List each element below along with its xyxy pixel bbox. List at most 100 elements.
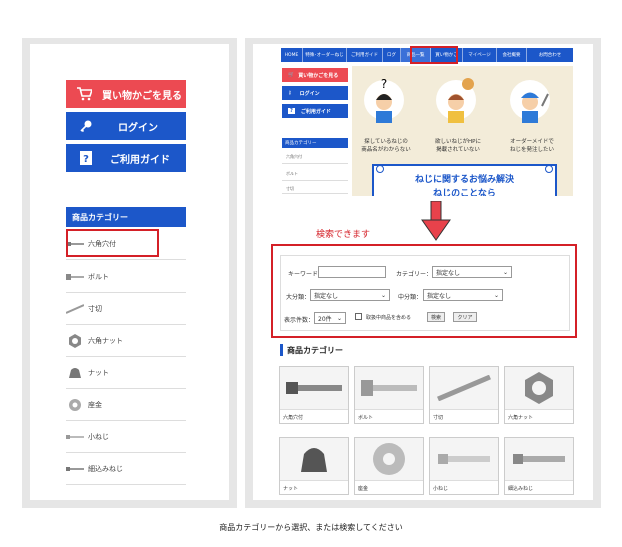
middle-label: 中分類： bbox=[398, 294, 423, 301]
product-card-label: ナット bbox=[280, 480, 348, 496]
svg-text:?: ? bbox=[381, 77, 387, 91]
mini-key-icon: ⚷ bbox=[288, 90, 292, 96]
category-item-label: 六角ナット bbox=[88, 336, 123, 345]
hex-nut-image bbox=[505, 367, 573, 409]
mini-cart-button[interactable]: 🛒 買い物かごを見る bbox=[282, 68, 348, 82]
nav-guide[interactable]: ご利用ガイド bbox=[347, 48, 383, 62]
nav-login[interactable]: ログ bbox=[383, 48, 401, 62]
category-item-machine-screw[interactable]: 小ねじ bbox=[66, 421, 186, 453]
hex-socket-bolt-image bbox=[280, 367, 348, 409]
mini-cart-icon: 🛒 bbox=[288, 72, 295, 78]
mini-guide-button[interactable]: ? ご利用ガイド bbox=[282, 104, 348, 118]
banner-caption-2: 欲しいねじがHPに 掲載されていない bbox=[435, 139, 481, 154]
category-item-washer[interactable]: 座金 bbox=[66, 389, 186, 421]
category-item-set-screw[interactable]: 細込みねじ bbox=[66, 453, 186, 485]
keyword-input[interactable] bbox=[318, 266, 386, 278]
banner-caption-3: オーダーメイドで ねじを発注したい bbox=[509, 139, 554, 154]
bolt-thumb-icon bbox=[66, 271, 84, 283]
count-select-value: 20件 bbox=[318, 315, 332, 323]
promo-banner[interactable]: ? 探しているねじの 商品名がわからない 欲しいねじがHPに 掲載されていない … bbox=[352, 66, 573, 196]
nav-home[interactable]: HOME bbox=[281, 48, 303, 62]
category-highlight-box bbox=[66, 229, 159, 257]
include-label: 取扱中商品を含める bbox=[366, 315, 412, 321]
include-checkbox[interactable] bbox=[355, 313, 362, 320]
cart-button-label: 買い物かごを見る bbox=[102, 90, 182, 102]
set-screw-image bbox=[505, 438, 573, 480]
search-button[interactable]: 検索 bbox=[427, 312, 445, 322]
mini-category-item[interactable]: ボルト bbox=[282, 167, 348, 181]
count-select[interactable]: 20件 ⌄ bbox=[314, 312, 346, 324]
bolt-image bbox=[355, 367, 423, 409]
category-select[interactable]: 指定なし ⌄ bbox=[432, 266, 512, 278]
banner-subtitle: ねじのことなら bbox=[433, 189, 496, 196]
mini-category-item[interactable]: 六角穴付 bbox=[282, 150, 348, 164]
washer-image bbox=[355, 438, 423, 480]
category-item-bolt[interactable]: ボルト bbox=[66, 261, 186, 293]
grid-category-header: 商品カテゴリー bbox=[280, 344, 400, 356]
set-screw-thumb-icon bbox=[66, 463, 84, 475]
product-card-nut[interactable]: ナット bbox=[279, 437, 349, 495]
product-card-hex-nut[interactable]: 六角ナット bbox=[504, 366, 574, 424]
bolt-decoration-icon bbox=[376, 165, 384, 173]
product-card-washer[interactable]: 座金 bbox=[354, 437, 424, 495]
question-icon: ? bbox=[76, 148, 96, 168]
chevron-down-icon: ⌄ bbox=[502, 268, 508, 276]
down-arrow-icon bbox=[421, 200, 451, 241]
figure-caption: 商品カテゴリーから選択、または検索してください bbox=[219, 523, 403, 532]
category-item-hex-nut[interactable]: 六角ナット bbox=[66, 325, 186, 357]
count-label: 表示件数： bbox=[284, 317, 315, 324]
banner-title: ねじに関するお悩み解決 bbox=[414, 175, 514, 185]
login-button[interactable]: ログイン bbox=[66, 112, 186, 140]
product-card-machine-screw[interactable]: 小ねじ bbox=[429, 437, 499, 495]
guide-button[interactable]: ? ご利用ガイド bbox=[66, 144, 186, 172]
person-illustration-2 bbox=[434, 74, 478, 134]
product-card-label: ボルト bbox=[355, 409, 423, 425]
banner-title-box: ねじに関するお悩み解決 ねじのことなら bbox=[372, 164, 557, 196]
nav-highlight-box bbox=[410, 46, 458, 64]
category-item-label: 寸切 bbox=[88, 304, 102, 313]
category-item-label: 小ねじ bbox=[88, 432, 109, 441]
nav-contact[interactable]: お問合わせ bbox=[527, 48, 573, 62]
cart-icon bbox=[74, 84, 94, 104]
middle-select-value: 指定なし bbox=[427, 292, 452, 300]
person-illustration-1: ? bbox=[362, 74, 406, 134]
cap-nut-thumb-icon bbox=[66, 367, 84, 379]
category-label: カテゴリー： bbox=[396, 271, 433, 278]
mini-cart-label: 買い物かごを見る bbox=[298, 72, 339, 79]
nav-company[interactable]: 会社概要 bbox=[497, 48, 527, 62]
mini-category-header: 商品カテゴリー bbox=[282, 138, 348, 148]
key-icon bbox=[76, 116, 96, 136]
clear-button[interactable]: クリア bbox=[453, 312, 477, 322]
major-label: 大分類： bbox=[286, 294, 311, 301]
product-card-label: 六角ナット bbox=[505, 409, 573, 425]
mini-guide-label: ご利用ガイド bbox=[300, 108, 331, 115]
product-card-label: 寸切 bbox=[430, 409, 498, 425]
grid-category-header-label: 商品カテゴリー bbox=[287, 345, 343, 355]
major-select[interactable]: 指定なし ⌄ bbox=[310, 289, 390, 301]
mini-question-icon: ? bbox=[288, 108, 295, 114]
product-card-set-screw[interactable]: 細込みねじ bbox=[504, 437, 574, 495]
product-card-stud[interactable]: 寸切 bbox=[429, 366, 499, 424]
product-card-hex-socket[interactable]: 六角穴付 bbox=[279, 366, 349, 424]
category-item-stud[interactable]: 寸切 bbox=[66, 293, 186, 325]
product-card-label: 小ねじ bbox=[430, 480, 498, 496]
mini-category-item[interactable]: 寸切 bbox=[282, 184, 348, 194]
cart-button[interactable]: 買い物かごを見る bbox=[66, 80, 186, 108]
middle-select[interactable]: 指定なし ⌄ bbox=[423, 289, 503, 301]
product-card-label: 六角穴付 bbox=[280, 409, 348, 425]
category-item-label: 座金 bbox=[88, 400, 102, 409]
category-item-label: ボルト bbox=[88, 272, 109, 281]
nav-mypage[interactable]: マイページ bbox=[463, 48, 497, 62]
product-card-label: 細込みねじ bbox=[505, 480, 573, 496]
mini-login-button[interactable]: ⚷ ログイン bbox=[282, 86, 348, 100]
washer-thumb-icon bbox=[66, 398, 84, 411]
machine-screw-thumb-icon bbox=[66, 431, 84, 443]
cap-nut-image bbox=[280, 438, 348, 480]
nav-special-order[interactable]: 特殊･オーダーねじ bbox=[303, 48, 347, 62]
person-illustration-3 bbox=[508, 74, 552, 134]
product-card-bolt[interactable]: ボルト bbox=[354, 366, 424, 424]
login-button-label: ログイン bbox=[118, 122, 158, 134]
banner-caption-1: 探しているねじの 商品名がわからない bbox=[361, 139, 411, 154]
category-item-nut[interactable]: ナット bbox=[66, 357, 186, 389]
chevron-down-icon: ⌄ bbox=[380, 291, 386, 299]
